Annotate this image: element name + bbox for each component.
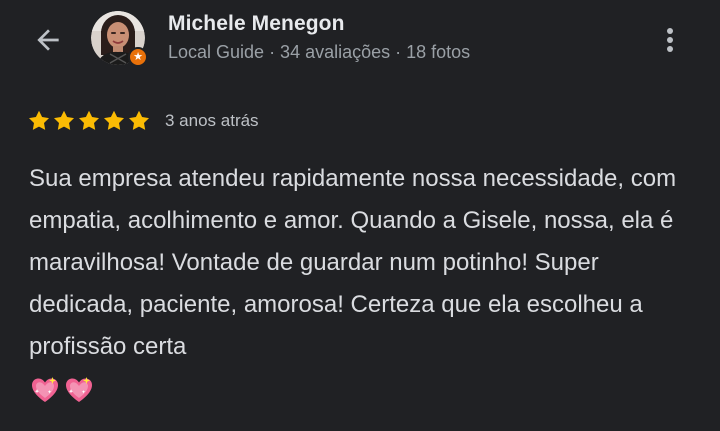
rating-row: 3 anos atrás [27,106,259,136]
sparkling-heart-icon [32,376,58,402]
more-options-button[interactable] [652,20,688,60]
reviewer-meta: Local Guide · 34 avaliações · 18 fotos [168,42,471,62]
sparkling-heart-icon [66,376,92,402]
back-button[interactable] [28,22,68,58]
local-guide-star-icon: ★ [128,47,148,67]
star-icon [129,110,149,130]
review-text: Sua empresa atendeu rapidamente nossa ne… [29,158,699,410]
star-rating [27,109,151,133]
star-icon [54,110,74,130]
more-vert-icon [667,28,673,52]
arrow-back-icon [37,29,59,51]
review-detail-screen: ★ Michele Menegon Local Guide · 34 avali… [0,0,720,431]
avatar[interactable]: ★ [91,11,148,67]
star-icon [79,110,99,130]
emoji-row [29,374,95,406]
star-icon [104,110,124,130]
star-icon [29,110,49,130]
review-time: 3 anos atrás [165,111,259,130]
review-body: Sua empresa atendeu rapidamente nossa ne… [29,165,677,360]
reviewer-name[interactable]: Michele Menegon [168,12,345,36]
